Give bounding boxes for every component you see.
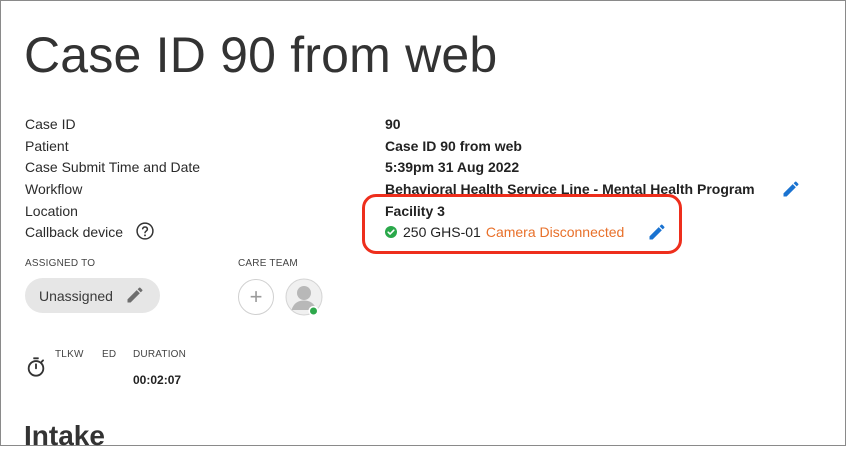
pencil-icon [127,287,143,303]
care-team-member-avatar[interactable] [285,278,323,316]
timer-column-tlkw: TLKW [55,349,84,360]
assigned-to-value: Unassigned [39,287,113,304]
location-label: Location [25,203,78,219]
patient-label: Patient [25,138,69,154]
submit-time-label: Case Submit Time and Date [25,159,201,175]
intake-section-title: Intake [24,420,105,451]
edit-workflow-pencil-icon[interactable] [781,179,801,199]
page-title: Case ID 90 from web [24,27,498,83]
help-icon[interactable] [135,221,155,241]
case-id-label: Case ID [25,116,76,132]
assigned-to-heading: ASSIGNED TO [25,258,96,269]
care-team-heading: CARE TEAM [238,258,298,269]
callback-device-label: Callback device [25,224,124,240]
stopwatch-icon [27,357,45,377]
duration-value: 00:02:07 [133,373,182,387]
patient-value: Case ID 90 from web [385,138,522,154]
submit-time-value: 5:39pm 31 Aug 2022 [385,159,520,175]
plus-icon: + [249,284,263,309]
add-care-team-member-button[interactable]: + [238,279,274,315]
assigned-to-button[interactable]: Unassigned [25,278,160,313]
timer-column-ed: ED [102,349,117,360]
timer-column-duration: DURATION [133,349,187,360]
workflow-label: Workflow [25,181,83,197]
case-id-value: 90 [385,116,401,132]
highlight-annotation [362,194,682,254]
